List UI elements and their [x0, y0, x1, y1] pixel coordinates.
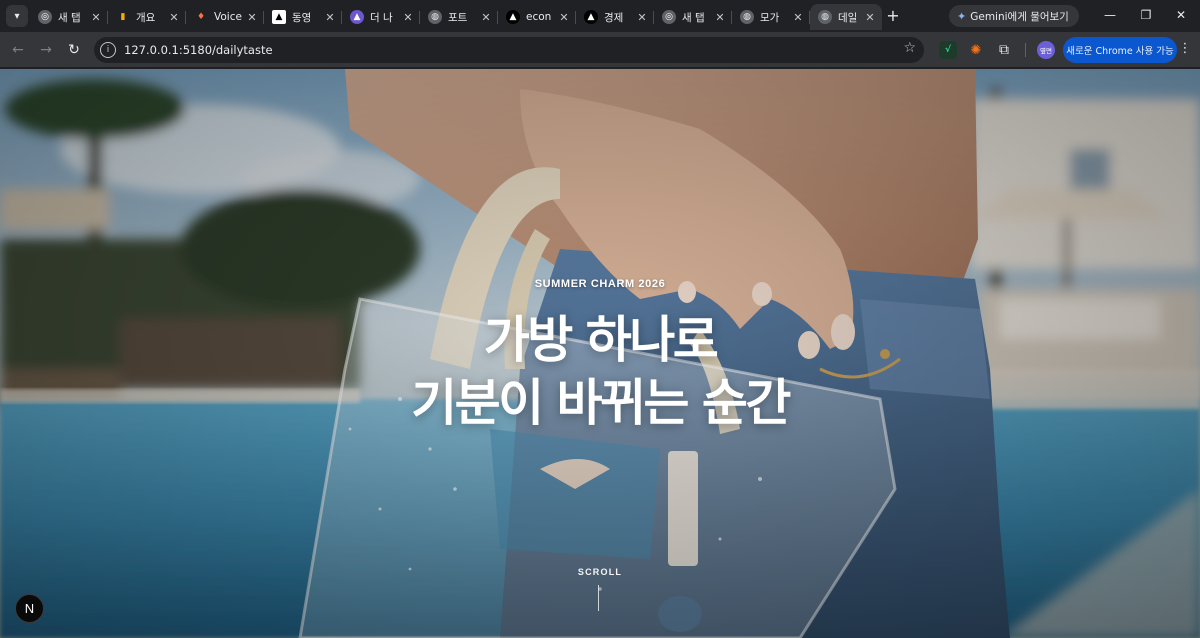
tab[interactable]: ◍ 모가 ✕ [732, 4, 810, 30]
close-icon[interactable]: ✕ [636, 11, 648, 24]
extension-v-icon[interactable]: √ [939, 41, 957, 59]
chrome-icon: ◎ [38, 10, 52, 24]
tab-list: ◎ 새 탭 ✕ ▮ 개요 ✕ ♦ Voice ✕ ▲ 동영 ✕ ▲ 더 나 ✕ ◍ 포트 ✕ ▲ econ… [30, 4, 882, 32]
purple-logo-icon: ▲ [350, 10, 364, 24]
scroll-indicator-line [598, 585, 599, 611]
extensions-puzzle-icon[interactable]: ⧉ [995, 41, 1013, 59]
hero-title: 가방 하나로 기분이 바뀌는 순간 [0, 309, 1200, 435]
hero-eyebrow: SUMMER CHARM 2026 [534, 278, 666, 290]
close-icon[interactable]: ✕ [792, 11, 804, 24]
gemini-button[interactable]: ✦ Gemini에게 물어보기 [949, 5, 1079, 27]
close-icon[interactable]: ✕ [480, 11, 492, 24]
close-icon[interactable]: ✕ [864, 11, 876, 24]
reload-button[interactable]: ↻ [64, 40, 84, 60]
profile-avatar[interactable]: 옆면 [1037, 41, 1055, 59]
triangle-logo-icon: ▲ [584, 10, 598, 24]
tab[interactable]: ▲ 더 나 ✕ [342, 4, 420, 30]
tab-strip: ▾ ◎ 새 탭 ✕ ▮ 개요 ✕ ♦ Voice ✕ ▲ 동영 ✕ ▲ 더 나 ✕ ◍ 포트 ✕ ▲ ec… [0, 0, 1200, 32]
tab[interactable]: ▮ 개요 ✕ [108, 4, 186, 30]
nextjs-dev-badge[interactable]: N [15, 594, 44, 623]
close-icon[interactable]: ✕ [558, 11, 570, 24]
tab-search-button[interactable]: ▾ [6, 5, 28, 27]
more-menu-icon[interactable]: ⋮ [1177, 41, 1193, 59]
tab-active[interactable]: ◍ 데일 ✕ [810, 4, 882, 30]
close-icon[interactable]: ✕ [714, 11, 726, 24]
forward-button[interactable]: → [36, 40, 56, 60]
hero-title-line-1: 가방 하나로 [483, 311, 719, 369]
tab[interactable]: ◍ 포트 ✕ [420, 4, 498, 30]
browser-toolbar: ← → ↻ i 127.0.0.1:5180/dailytaste ☆ √ ✺ … [0, 32, 1200, 68]
restore-button[interactable]: ❐ [1127, 4, 1165, 26]
url-text[interactable]: 127.0.0.1:5180/dailytaste [124, 43, 273, 57]
toolbar-divider [1025, 43, 1026, 57]
extension-sparkle-icon[interactable]: ✺ [967, 41, 985, 59]
sparkle-icon: ✦ [957, 9, 967, 23]
tab[interactable]: ▲ 동영 ✕ [264, 4, 342, 30]
close-icon[interactable]: ✕ [324, 11, 336, 24]
tab[interactable]: ▲ 경제 ✕ [576, 4, 654, 30]
close-icon[interactable]: ✕ [168, 11, 180, 24]
hero-title-line-2: 기분이 바뀌는 순간 [411, 374, 791, 432]
close-icon[interactable]: ✕ [90, 11, 102, 24]
globe-icon: ◍ [428, 10, 442, 24]
new-tab-button[interactable]: + [884, 6, 902, 26]
address-bar[interactable]: i 127.0.0.1:5180/dailytaste ☆ [94, 37, 924, 63]
globe-icon: ◍ [818, 10, 832, 24]
close-icon[interactable]: ✕ [246, 11, 258, 24]
gemini-label: Gemini에게 물어보기 [970, 10, 1069, 23]
chrome-update-button[interactable]: 새로운 Chrome 사용 가능 [1063, 37, 1177, 63]
fire-icon: ♦ [196, 12, 206, 22]
chrome-icon: ◎ [662, 10, 676, 24]
tab[interactable]: ◎ 새 탭 ✕ [654, 4, 732, 30]
page-viewport: SUMMER CHARM 2026 가방 하나로 기분이 바뀌는 순간 SCRO… [0, 69, 1200, 638]
scroll-indicator-label[interactable]: SCROLL [0, 567, 1200, 577]
tab[interactable]: ▲ econ ✕ [498, 4, 576, 30]
close-icon[interactable]: ✕ [402, 11, 414, 24]
back-button[interactable]: ← [8, 40, 28, 60]
analytics-icon: ▮ [120, 12, 126, 22]
app-icon: ▲ [272, 10, 286, 24]
close-window-button[interactable]: ✕ [1162, 4, 1200, 26]
minimize-button[interactable]: — [1091, 4, 1129, 26]
triangle-logo-icon: ▲ [506, 10, 520, 24]
tab[interactable]: ◎ 새 탭 ✕ [30, 4, 108, 30]
bookmark-star-icon[interactable]: ☆ [903, 40, 916, 56]
tab[interactable]: ♦ Voice ✕ [186, 4, 264, 30]
globe-icon: ◍ [740, 10, 754, 24]
site-info-icon[interactable]: i [100, 42, 116, 58]
